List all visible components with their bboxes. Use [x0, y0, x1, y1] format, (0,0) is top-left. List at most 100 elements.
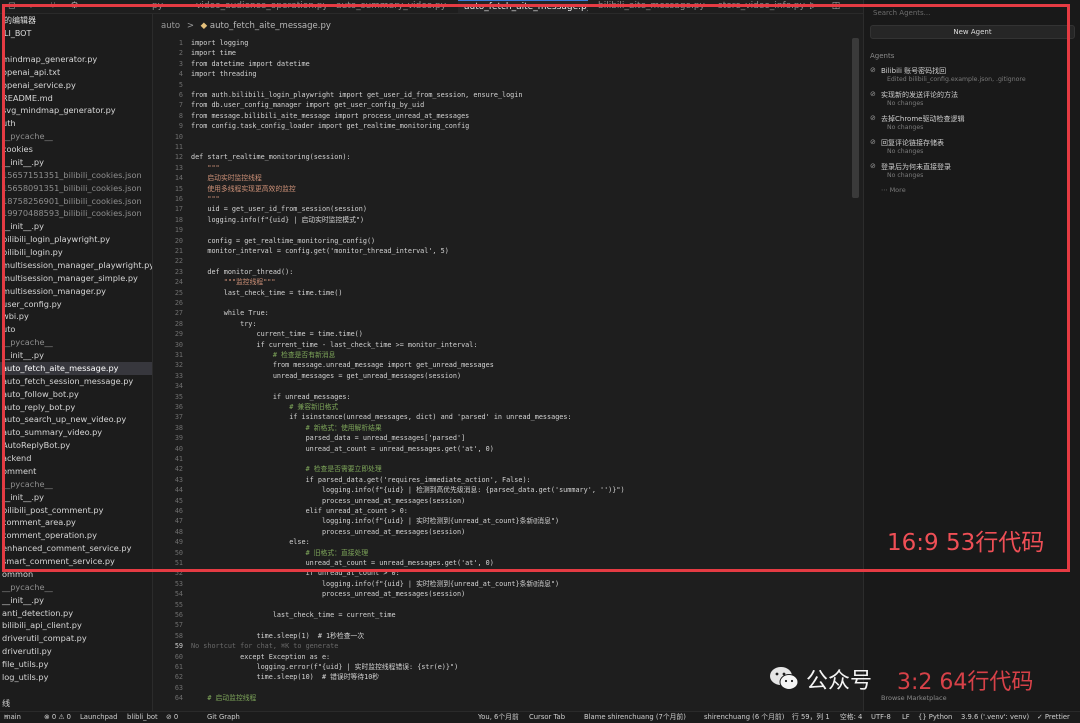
sidebar-item[interactable]: bilibili_post_comment.py — [0, 504, 152, 517]
sidebar-item[interactable]: __pycache__ — [0, 336, 152, 349]
code-line[interactable]: uid = get_user_id_from_session(session) — [191, 204, 367, 214]
code-line[interactable]: if parsed_data.get('requires_immediate_a… — [191, 475, 531, 485]
code-line[interactable]: elif unread_at_count > 0: — [191, 506, 408, 516]
blame-item[interactable]: You, 6个月前 — [478, 712, 519, 723]
code-line[interactable]: # 新格式：使用解析结果 — [191, 423, 382, 433]
code-line[interactable]: from config.task_config_loader import ge… — [191, 121, 469, 131]
sidebar-item[interactable]: README.md — [0, 92, 152, 105]
sidebar-item[interactable]: multisession_manager_playwright.py — [0, 259, 152, 272]
code-line[interactable]: # 检查是否有新消息 — [191, 350, 336, 360]
code-line[interactable]: last_check_time = current_time — [191, 610, 396, 620]
code-line[interactable]: 启动实时监控线程 — [191, 173, 261, 183]
code-line[interactable]: # 启动监控线程 — [191, 693, 256, 703]
code-line[interactable]: last_check_time = time.time() — [191, 288, 343, 298]
code-line[interactable]: while True: — [191, 308, 269, 318]
sidebar-item[interactable]: __init__.py — [0, 491, 152, 504]
new-agent-button[interactable]: New Agent — [870, 25, 1075, 39]
sidebar-item[interactable]: ommon — [0, 568, 152, 581]
ports-item[interactable]: ⊘ 0 — [166, 712, 178, 723]
code-line[interactable]: config = get_realtime_monitoring_config(… — [191, 236, 375, 246]
tab-1[interactable]: video_audience_operation.py — [196, 0, 326, 13]
sidebar-item[interactable]: 19970488593_bilibili_cookies.json — [0, 207, 152, 220]
breadcrumb-file[interactable]: auto_fetch_aite_message.py — [210, 21, 331, 31]
agent-search-input[interactable]: Search Agents... — [870, 6, 1075, 20]
code-line[interactable]: monitor_interval = config.get('monitor_t… — [191, 246, 448, 256]
code-editor[interactable]: 1 2 3 4 5 6 7 8 9 10 11 12 13 14 15 16 17 18 19 20 21 22 23 24 2… — [153, 38, 863, 711]
sidebar-item[interactable]: __init__.py — [0, 594, 152, 607]
code-line[interactable]: """ — [191, 194, 219, 204]
sidebar-item[interactable] — [0, 684, 152, 697]
sidebar-item[interactable]: auto_summary_video.py — [0, 426, 152, 439]
code-line[interactable]: except Exception as e: — [191, 652, 330, 662]
code-line[interactable]: unread_at_count = unread_messages.get('a… — [191, 444, 494, 454]
code-line[interactable]: try: — [191, 319, 256, 329]
sidebar-item[interactable]: anti_detection.py — [0, 607, 152, 620]
problems-indicator[interactable]: ⊗ 0 ⚠ 0 — [44, 712, 71, 723]
sidebar-item[interactable]: 18758256901_bilibili_cookies.json — [0, 195, 152, 208]
sidebar-item[interactable]: 15657151351_bilibili_cookies.json — [0, 169, 152, 182]
code-line[interactable]: logging.error(f"{uid} | 实时监控线程错误: {str(e… — [191, 662, 458, 672]
code-line[interactable]: import threading — [191, 69, 256, 79]
sidebar-item[interactable]: __init__.py — [0, 156, 152, 169]
sidebar-item[interactable]: smart_comment_service.py — [0, 555, 152, 568]
code-line[interactable]: logging.info(f"{uid} | 实时检测到{unread_at_c… — [191, 579, 559, 589]
tab-0[interactable]: py — [152, 0, 192, 13]
code-line[interactable]: def monitor_thread(): — [191, 267, 293, 277]
sidebar-item[interactable]: __init__.py — [0, 220, 152, 233]
sidebar-item[interactable]: auto_search_up_new_video.py — [0, 413, 152, 426]
project-item[interactable]: blibli_bot — [127, 712, 158, 723]
code-line[interactable]: from message.bilibili_aite_message impor… — [191, 111, 469, 121]
code-line[interactable]: if current_time - last_check_time >= mon… — [191, 340, 477, 350]
sidebar-item[interactable]: log_utils.py — [0, 671, 152, 684]
code-line[interactable]: logging.info(f"{uid} | 启动实时监控模式") — [191, 215, 364, 225]
inline-chat-hint[interactable]: No shortcut for chat, ⌘K to generate — [191, 641, 338, 651]
python-interpreter[interactable]: 3.9.6 ('.venv': venv) — [961, 712, 1029, 723]
code-line[interactable]: if unread_messages: — [191, 392, 351, 402]
code-line[interactable]: from datetime import datetime — [191, 59, 310, 69]
sidebar-item[interactable]: AutoReplyBot.py — [0, 439, 152, 452]
code-line[interactable]: else: — [191, 537, 309, 547]
explorer-root[interactable]: LI_BOT — [0, 27, 152, 40]
code-line[interactable]: """监控线程""" — [191, 277, 276, 287]
encoding-item[interactable]: UTF-8 — [871, 712, 891, 723]
code-line[interactable]: time.sleep(10) # 错误时等待10秒 — [191, 672, 379, 682]
sidebar-item[interactable]: multisession_manager_simple.py — [0, 272, 152, 285]
code-line[interactable]: def start_realtime_monitoring(session): — [191, 152, 351, 162]
code-line[interactable]: time.sleep(1) # 1秒检查一次 — [191, 631, 364, 641]
sidebar-item[interactable]: bilibili_login_playwright.py — [0, 233, 152, 246]
code-line[interactable]: from message.unread_message import get_u… — [191, 360, 494, 370]
prettier-item[interactable]: ✓ Prettier — [1037, 712, 1070, 723]
sidebar-item[interactable]: uth — [0, 117, 152, 130]
sidebar-item[interactable] — [0, 40, 152, 53]
code-line[interactable]: 使用多线程实现更高效的监控 — [191, 184, 295, 194]
launchpad-item[interactable]: Launchpad — [80, 712, 117, 723]
sidebar-item[interactable]: comment_operation.py — [0, 529, 152, 542]
code-area[interactable]: import logging import time from datetime i… — [191, 38, 849, 711]
sidebar-item[interactable]: file_utils.py — [0, 658, 152, 671]
code-line[interactable]: if unread_at_count > 0: — [191, 568, 400, 578]
sidebar-item[interactable]: svg_mindmap_generator.py — [0, 104, 152, 117]
sidebar-item[interactable]: bilibili_login.py — [0, 246, 152, 259]
code-line[interactable]: process_unread_at_messages(session) — [191, 496, 465, 506]
code-line[interactable]: # 检查是否需要立即处理 — [191, 464, 382, 474]
editor-actions[interactable]: ▷ ◫ ⋯ — [810, 1, 863, 11]
tab-5[interactable]: store_video_info.py — [718, 0, 808, 13]
sidebar-item[interactable]: bilibili_api_client.py — [0, 619, 152, 632]
indentation-item[interactable]: 空格: 4 — [840, 712, 862, 723]
sidebar-item[interactable]: mindmap_generator.py — [0, 53, 152, 66]
sidebar-item[interactable]: __pycache__ — [0, 581, 152, 594]
sidebar-item[interactable]: multisession_manager.py — [0, 285, 152, 298]
code-line[interactable]: from db.user_config_manager import get_u… — [191, 100, 424, 110]
sidebar-item-selected[interactable]: auto_fetch_aite_message.py — [0, 361, 152, 375]
blame-author-short[interactable]: shirenchuang (6 个月前) — [704, 712, 784, 723]
sidebar-item[interactable]: ackend — [0, 452, 152, 465]
sidebar-item[interactable]: __pycache__ — [0, 478, 152, 491]
sidebar-item[interactable]: __init__.py — [0, 349, 152, 362]
tab-2[interactable]: auto_summary_video.py — [336, 0, 454, 13]
code-line[interactable]: current_time = time.time() — [191, 329, 362, 339]
sidebar-item[interactable]: comment_area.py — [0, 516, 152, 529]
code-line[interactable]: from auth.bilibili_login_playwright impo… — [191, 90, 522, 100]
tab-3-active[interactable]: auto_fetch_aite_message.py× — [458, 0, 588, 13]
code-line[interactable]: if isinstance(unread_messages, dict) and… — [191, 412, 571, 422]
code-line[interactable]: process_unread_at_messages(session) — [191, 527, 465, 537]
